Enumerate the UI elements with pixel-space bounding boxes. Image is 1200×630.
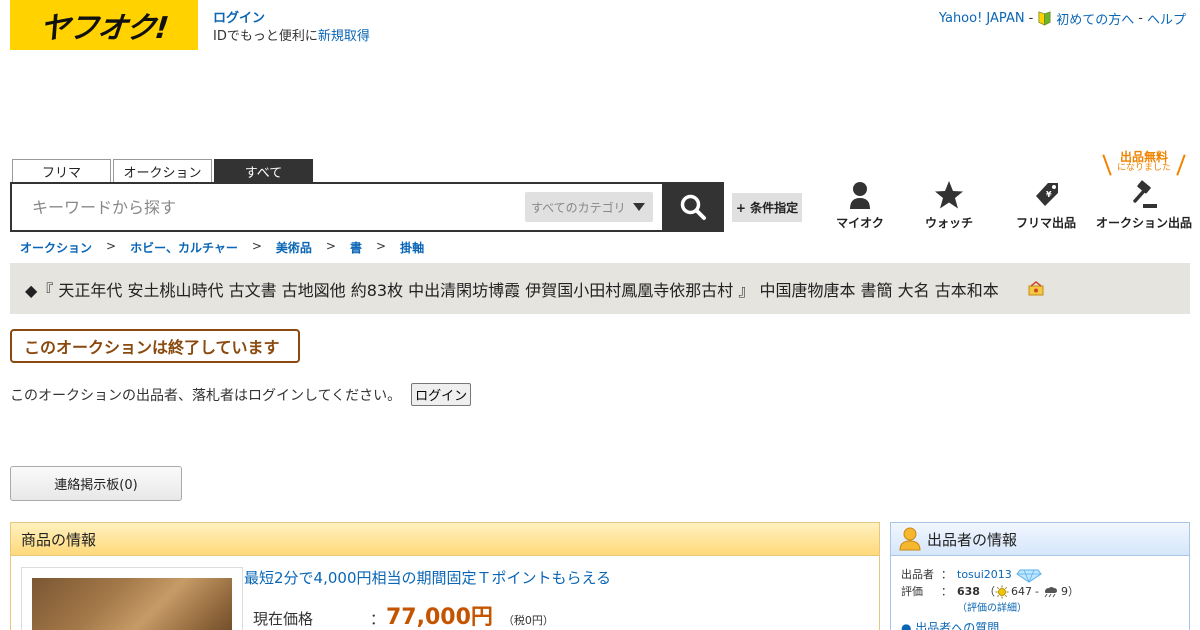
login-notice: このオークションの出品者、落札者はログインしてください。 ログイン xyxy=(10,383,472,406)
rating-detail-link[interactable]: （評価の詳細） xyxy=(957,600,1179,617)
price-tax: （税0円） xyxy=(502,614,554,627)
beginner-link[interactable]: 初めての方へ xyxy=(1056,9,1134,28)
svg-text:¥: ¥ xyxy=(1046,190,1052,199)
product-thumbnail-frame[interactable] xyxy=(21,567,243,630)
seller-rating-total[interactable]: 638 xyxy=(957,583,980,600)
seller-rating-bad: 9 xyxy=(1060,585,1068,598)
category-select[interactable]: すべてのカテゴリ xyxy=(525,192,653,222)
login-button[interactable]: ログイン xyxy=(411,383,472,406)
product-info-panel: 商品の情報 最短2分で4,000円相当の期間固定Ｔポイントもらえる 現在価格 ：… xyxy=(10,522,880,630)
rating-open: （ xyxy=(983,585,995,598)
diamond-badge-icon xyxy=(1016,569,1042,583)
new-item-icon xyxy=(1028,280,1044,295)
top-sep: - xyxy=(1138,11,1143,26)
breadcrumb-item[interactable]: 書 xyxy=(350,239,362,256)
category-select-value: すべてのカテゴリ xyxy=(531,200,626,215)
seller-header-label: 出品者の情報 xyxy=(927,530,1018,549)
current-price-row: 現在価格 ： 77,000円 （税0円） xyxy=(253,599,554,630)
free-listing-badge: 出品無料 になりました xyxy=(1102,150,1186,176)
star-icon xyxy=(935,181,963,209)
seller-rating-row: 評価 ： 638 （ 647 - 9 ） xyxy=(901,583,1179,600)
breadcrumb-item[interactable]: ホビー、カルチャー xyxy=(130,239,238,256)
nav-myauc[interactable]: マイオク xyxy=(810,180,910,231)
price-value: 77,000円 xyxy=(386,605,493,630)
breadcrumb-item[interactable]: オークション xyxy=(20,239,92,256)
nav-watch-label: ウォッチ xyxy=(924,216,973,230)
price-label: 現在価格 xyxy=(253,610,314,628)
seller-question-link[interactable]: ● 出品者への質問 xyxy=(901,620,1179,630)
login-sub-text: IDでもっと便利に xyxy=(213,29,318,44)
free-badge-main: 出品無料 xyxy=(1119,150,1168,164)
auction-ended-notice: このオークションは終了しています xyxy=(10,329,300,363)
product-info-header: 商品の情報 xyxy=(11,523,879,556)
seller-name-row: 出品者 ： tosui2013 xyxy=(901,566,1179,583)
search-box: すべてのカテゴリ xyxy=(10,182,664,232)
conditions-button[interactable]: + 条件指定 xyxy=(732,193,802,222)
nav-flea-listing[interactable]: ¥ フリマ出品 xyxy=(996,180,1096,231)
tab-flea[interactable]: フリマ xyxy=(12,159,111,183)
top-sep: - xyxy=(1028,11,1034,26)
help-link[interactable]: ヘルプ xyxy=(1147,9,1186,28)
breadcrumb-item[interactable]: 掛軸 xyxy=(400,239,424,256)
breadcrumb: オークション > ホビー、カルチャー > 美術品 > 書 > 掛軸 xyxy=(20,239,424,256)
breadcrumb-sep: > xyxy=(325,239,336,253)
nav-icons: マイオク ウォッチ ¥ フリマ出品 オークション出品 xyxy=(820,180,1200,230)
breadcrumb-sep: > xyxy=(376,239,387,253)
search-button[interactable] xyxy=(662,182,724,232)
register-link[interactable]: 新規取得 xyxy=(318,29,370,44)
rating-dash: - xyxy=(1034,585,1039,598)
seller-rating-good: 647 xyxy=(1010,585,1032,598)
seller-avatar-icon xyxy=(899,527,921,551)
sun-good-icon xyxy=(995,585,1009,598)
login-block: ログイン IDでもっと便利に新規取得 xyxy=(213,10,370,46)
login-notice-text: このオークションの出品者、落札者はログインしてください。 xyxy=(10,387,402,404)
tab-auction[interactable]: オークション xyxy=(113,159,212,183)
seller-info-header: 出品者の情報 xyxy=(891,523,1189,556)
chevron-down-icon xyxy=(633,203,645,211)
nav-auction-listing-label: オークション出品 xyxy=(1095,216,1192,230)
message-board-button[interactable]: 連絡掲示板(0) xyxy=(10,466,182,501)
search-tabs: フリマ オークション すべて xyxy=(12,159,313,183)
seller-name-link[interactable]: tosui2013 xyxy=(957,566,1012,583)
breadcrumb-sep: > xyxy=(106,239,117,253)
breadcrumb-sep: > xyxy=(251,239,262,253)
search-input[interactable] xyxy=(14,186,514,228)
top-links: Yahoo! JAPAN - 初めての方へ - ヘルプ xyxy=(939,9,1186,28)
logo-text: ヤフオク! xyxy=(37,11,170,46)
nav-auction-listing[interactable]: オークション出品 xyxy=(1094,180,1194,231)
tpoint-promo-link[interactable]: 最短2分で4,000円相当の期間固定Ｔポイントもらえる xyxy=(244,567,611,588)
login-link[interactable]: ログイン xyxy=(213,11,265,26)
price-colon: ： xyxy=(370,610,386,628)
seller-name-label: 出品者 xyxy=(901,568,934,581)
yahoo-japan-link[interactable]: Yahoo! JAPAN xyxy=(939,11,1025,26)
nav-flea-listing-label: フリマ出品 xyxy=(1015,216,1076,230)
gavel-icon xyxy=(1133,180,1157,208)
person-icon xyxy=(850,182,870,209)
seller-body: 出品者 ： tosui2013 評価 ： 638 （ 647 - 9 ） （評価… xyxy=(891,556,1189,630)
seller-rating-label: 評価 xyxy=(901,585,923,598)
search-icon xyxy=(680,194,706,220)
nav-myauc-label: マイオク xyxy=(836,216,884,230)
breadcrumb-item[interactable]: 美術品 xyxy=(276,239,312,256)
nav-watch[interactable]: ウォッチ xyxy=(899,180,999,231)
rain-bad-icon xyxy=(1044,586,1057,597)
tab-all[interactable]: すべて xyxy=(214,159,313,183)
beginner-mark-icon xyxy=(1038,11,1051,26)
price-tag-icon: ¥ xyxy=(1036,183,1058,206)
item-title-bar: ◆『 天正年代 安土桃山時代 古文書 古地図他 約83枚 中出清閑坊博霞 伊賀国… xyxy=(10,263,1190,314)
yahuoku-logo[interactable]: ヤフオク! xyxy=(10,0,198,50)
item-title: ◆『 天正年代 安土桃山時代 古文書 古地図他 約83枚 中出清閑坊博霞 伊賀国… xyxy=(25,280,999,300)
seller-colon: ： xyxy=(941,568,952,581)
seller-colon: ： xyxy=(941,585,952,598)
free-badge-sub: になりました xyxy=(1116,163,1171,173)
product-thumbnail[interactable] xyxy=(32,578,232,630)
seller-info-panel: 出品者の情報 出品者 ： tosui2013 評価 ： 638 （ 647 - xyxy=(890,522,1190,630)
rating-close: ） xyxy=(1067,585,1079,598)
